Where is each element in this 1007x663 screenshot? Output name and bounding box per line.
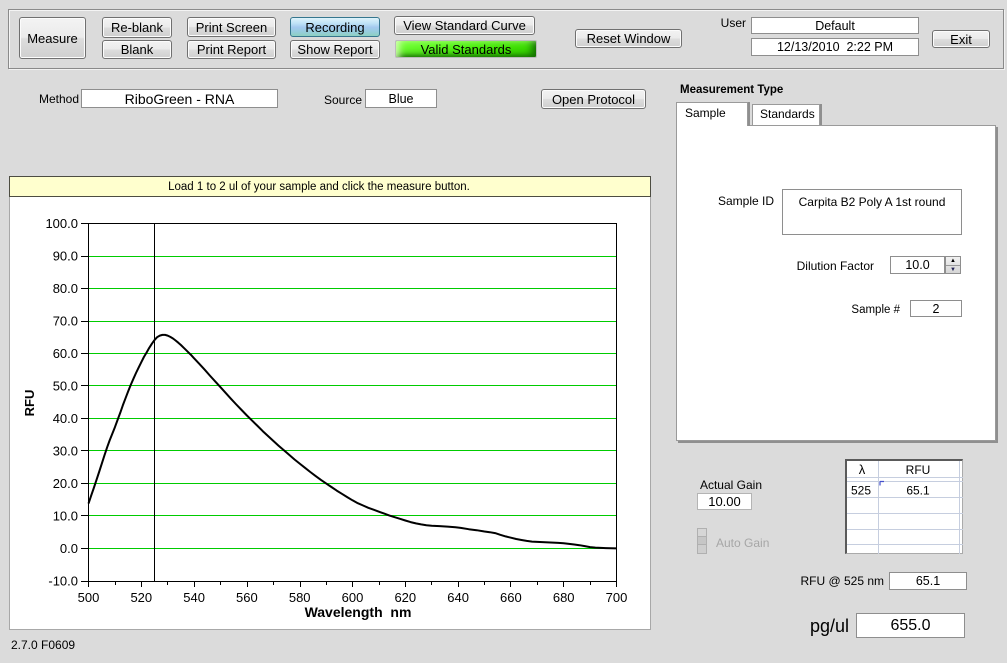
svg-text:10.0: 10.0 <box>53 509 78 524</box>
svg-text:65.1: 65.1 <box>906 484 930 498</box>
svg-text:680: 680 <box>553 590 575 605</box>
svg-text:700: 700 <box>606 590 628 605</box>
svg-text:90.0: 90.0 <box>53 249 78 264</box>
svg-text:600: 600 <box>342 590 364 605</box>
svg-text:RFU: RFU <box>22 390 37 417</box>
svg-text:40.0: 40.0 <box>53 411 78 426</box>
svg-text:100.0: 100.0 <box>45 216 78 231</box>
svg-text:RFU: RFU <box>906 463 931 477</box>
svg-text:500: 500 <box>78 590 100 605</box>
svg-text:660: 660 <box>500 590 522 605</box>
svg-text:20.0: 20.0 <box>53 476 78 491</box>
svg-text:50.0: 50.0 <box>53 379 78 394</box>
svg-text:560: 560 <box>236 590 258 605</box>
svg-text:0.0: 0.0 <box>60 541 78 556</box>
svg-text:80.0: 80.0 <box>53 281 78 296</box>
svg-text:620: 620 <box>394 590 416 605</box>
svg-text:-10.0: -10.0 <box>48 574 78 589</box>
svg-text:640: 640 <box>447 590 469 605</box>
svg-text:Wavelength nm: Wavelength nm <box>305 604 412 620</box>
svg-text:60.0: 60.0 <box>53 346 78 361</box>
svg-text:580: 580 <box>289 590 311 605</box>
svg-text:λ: λ <box>859 462 866 477</box>
svg-text:30.0: 30.0 <box>53 444 78 459</box>
svg-text:525: 525 <box>851 484 871 498</box>
svg-text:520: 520 <box>130 590 152 605</box>
svg-text:540: 540 <box>183 590 205 605</box>
svg-text:70.0: 70.0 <box>53 314 78 329</box>
